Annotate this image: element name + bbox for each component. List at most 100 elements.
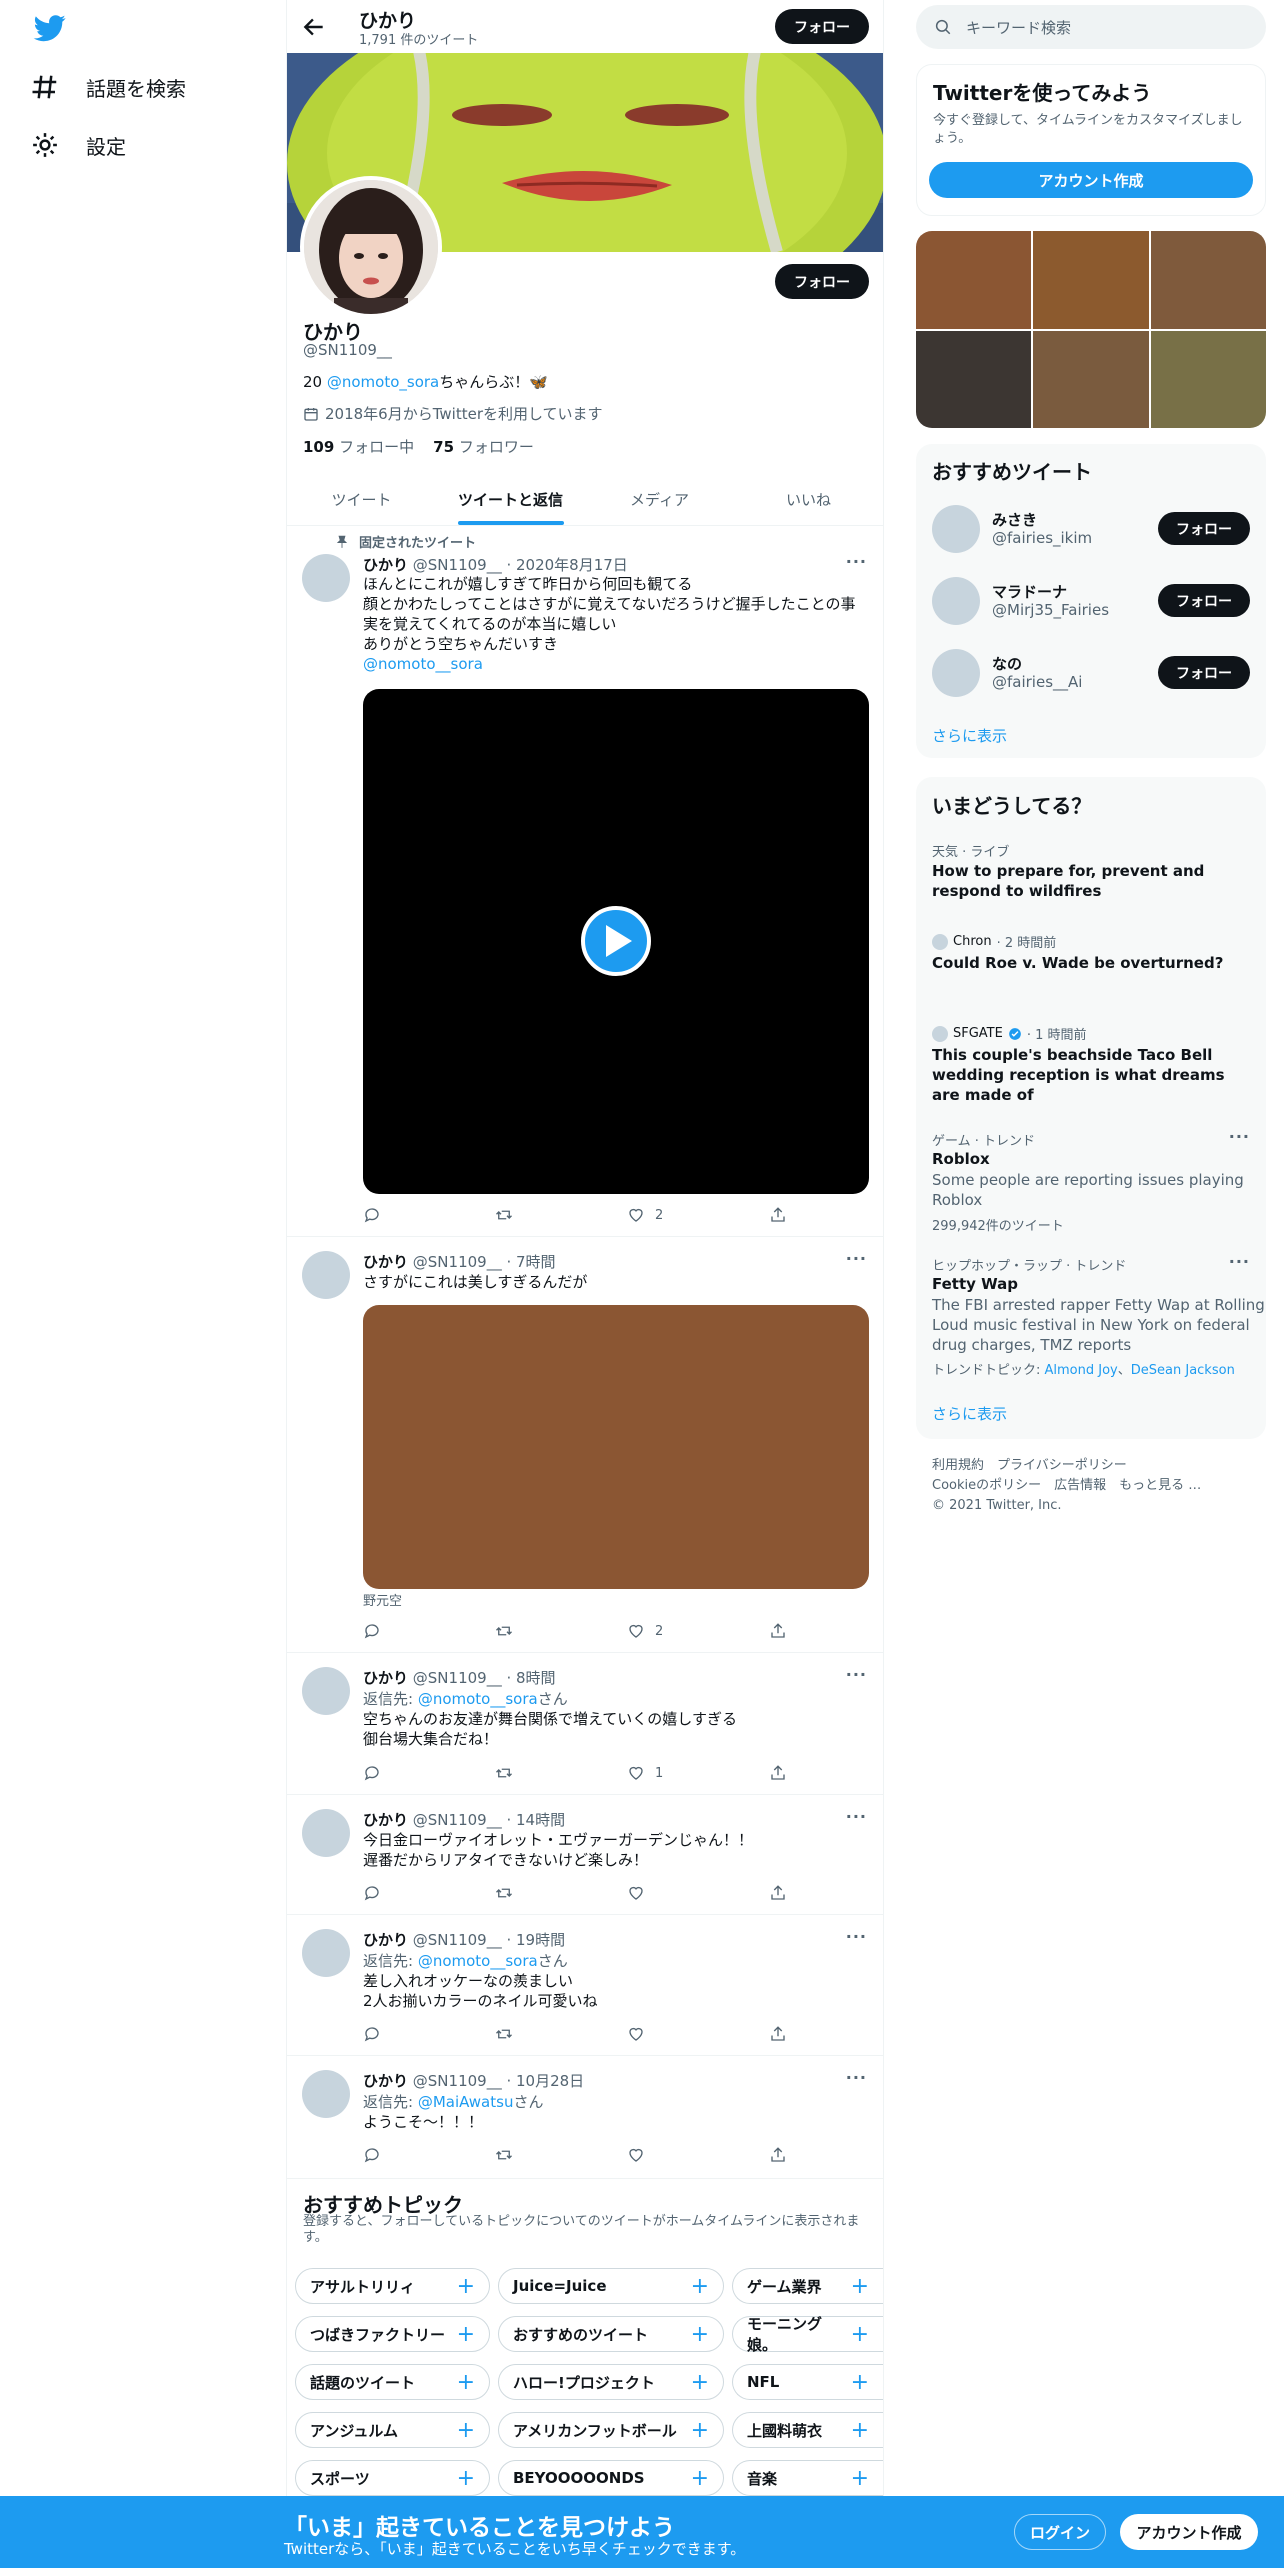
more-options-icon[interactable]: ··· — [846, 1665, 867, 1684]
search-input[interactable]: キーワード検索 — [916, 5, 1266, 49]
share-button[interactable] — [769, 1206, 787, 1224]
tab-media[interactable]: メディア — [585, 473, 734, 525]
like-button[interactable]: 2 — [627, 1206, 663, 1224]
share-button[interactable] — [769, 1622, 787, 1640]
bio-mention-link[interactable]: @nomoto_sora — [327, 373, 439, 391]
like-button[interactable] — [627, 2025, 645, 2043]
topic-chip[interactable]: アメリカンフットボール + — [498, 2412, 724, 2448]
tweet-author-name[interactable]: ひかり — [363, 1669, 408, 1687]
suggestion-avatar[interactable] — [932, 577, 980, 625]
reply-button[interactable] — [363, 1764, 381, 1782]
share-button[interactable] — [769, 2146, 787, 2164]
trend-topic-link[interactable]: Almond Joy — [1045, 1363, 1118, 1378]
tweet-author-name[interactable]: ひかり — [363, 2072, 408, 2090]
media-thumb[interactable] — [1033, 330, 1149, 428]
profile-follow-button[interactable]: フォロー — [775, 264, 869, 299]
trend-title[interactable]: This couple's beachside Taco Bell weddin… — [932, 1045, 1225, 1105]
signup-button[interactable]: アカウント作成 — [929, 162, 1253, 198]
trend-title[interactable]: Roblox — [932, 1149, 990, 1169]
media-thumb[interactable] — [916, 231, 1032, 329]
retweet-button[interactable] — [495, 2146, 513, 2164]
trend-title[interactable]: How to prepare for, prevent and respond … — [932, 861, 1204, 901]
twitter-logo-icon[interactable] — [30, 12, 70, 44]
tweet-video[interactable] — [363, 689, 869, 1194]
tweet-author-name[interactable]: ひかり — [363, 556, 408, 574]
reply-button[interactable] — [363, 1622, 381, 1640]
tweet-image[interactable] — [363, 1305, 869, 1589]
share-button[interactable] — [769, 1764, 787, 1782]
more-options-icon[interactable]: ··· — [846, 1249, 867, 1268]
suggestion-follow-button[interactable]: フォロー — [1158, 512, 1250, 545]
tweet-avatar[interactable] — [302, 1929, 350, 1977]
topic-chip[interactable]: アサルトリリィ + — [295, 2268, 490, 2304]
share-button[interactable] — [769, 2025, 787, 2043]
tweet-item[interactable]: ひかり @SN1109__ · 10月28日 ··· 返信先: @MaiAwat… — [287, 2056, 883, 2179]
media-thumb[interactable] — [1033, 231, 1149, 329]
topic-chip[interactable]: つばきファクトリー + — [295, 2316, 490, 2352]
retweet-button[interactable] — [495, 1884, 513, 1902]
topic-chip[interactable]: アンジュルム + — [295, 2412, 490, 2448]
more-options-icon[interactable]: ··· — [846, 552, 867, 571]
login-button[interactable]: ログイン — [1014, 2514, 1106, 2550]
topic-chip[interactable]: 話題のツイート + — [295, 2364, 490, 2400]
suggestion-avatar[interactable] — [932, 649, 980, 697]
media-grid[interactable] — [916, 231, 1266, 428]
retweet-button[interactable] — [495, 2025, 513, 2043]
share-button[interactable] — [769, 1884, 787, 1902]
reply-to-link[interactable]: @nomoto__sora — [418, 1952, 538, 1970]
like-button[interactable]: 2 — [627, 1622, 663, 1640]
more-options-icon[interactable]: ··· — [846, 2068, 867, 2087]
tweet-avatar[interactable] — [302, 1251, 350, 1299]
like-button[interactable] — [627, 2146, 645, 2164]
reply-to-link[interactable]: @nomoto__sora — [418, 1690, 538, 1708]
tweet-avatar[interactable] — [302, 554, 350, 602]
trends-show-more[interactable]: さらに表示 — [932, 1403, 1007, 1424]
tweet-avatar[interactable] — [302, 1667, 350, 1715]
suggestion-name[interactable]: マラドーナ — [992, 581, 1067, 602]
reply-button[interactable] — [363, 1884, 381, 1902]
retweet-button[interactable] — [495, 1764, 513, 1782]
nav-explore[interactable]: 話題を検索 — [30, 72, 186, 102]
tweet-author-name[interactable]: ひかり — [363, 1811, 408, 1829]
back-arrow-icon[interactable] — [301, 14, 327, 40]
more-options-icon[interactable]: ··· — [1229, 1127, 1250, 1146]
suggestion-avatar[interactable] — [932, 505, 980, 553]
followers-link[interactable]: 75 フォロワー — [433, 438, 534, 456]
trend-topic-link[interactable]: DeSean Jackson — [1131, 1363, 1235, 1378]
topic-chip[interactable]: モーニング娘。 + — [732, 2315, 883, 2354]
suggestion-name[interactable]: なの — [992, 653, 1022, 674]
media-thumb[interactable] — [1150, 231, 1266, 329]
topic-chip[interactable]: 上國料萌衣 + — [732, 2412, 883, 2448]
tweet-item[interactable]: ひかり @SN1109__ · 14時間 ··· 今日金ローヴァイオレット・エヴ… — [287, 1795, 883, 1915]
tweet-item[interactable]: ひかり @SN1109__ · 7時間 ··· さすがにこれは美しすぎるんだが … — [287, 1237, 883, 1653]
profile-avatar[interactable] — [300, 176, 442, 318]
retweet-button[interactable] — [495, 1206, 513, 1224]
reply-button[interactable] — [363, 2025, 381, 2043]
topic-chip[interactable]: Juice=Juice + — [498, 2268, 724, 2304]
topic-chip[interactable]: 音楽 + — [732, 2460, 883, 2496]
retweet-button[interactable] — [495, 1622, 513, 1640]
reply-button[interactable] — [363, 2146, 381, 2164]
header-follow-button[interactable]: フォロー — [775, 9, 869, 44]
tweet-author-name[interactable]: ひかり — [363, 1931, 408, 1949]
tweet-item[interactable]: ひかり @SN1109__ · 19時間 ··· 返信先: @nomoto__s… — [287, 1915, 883, 2056]
tab-tweets[interactable]: ツイート — [287, 473, 436, 525]
more-options-icon[interactable]: ··· — [846, 1807, 867, 1826]
like-button[interactable]: 1 — [627, 1764, 663, 1782]
tweet-avatar[interactable] — [302, 1809, 350, 1857]
more-options-icon[interactable]: ··· — [846, 1927, 867, 1946]
suggestion-follow-button[interactable]: フォロー — [1158, 656, 1250, 689]
trend-title[interactable]: Could Roe v. Wade be overturned? — [932, 953, 1223, 973]
topic-chip[interactable]: ハロー!プロジェクト + — [498, 2364, 724, 2400]
tab-tweets-and-replies[interactable]: ツイートと返信 — [436, 473, 585, 525]
tab-likes[interactable]: いいね — [734, 473, 883, 525]
tweet-item[interactable]: ひかり @SN1109__ · 2020年8月17日 ··· ほんとにこれが嬉し… — [287, 526, 883, 1237]
reply-button[interactable] — [363, 1206, 381, 1224]
suggestion-follow-button[interactable]: フォロー — [1158, 584, 1250, 617]
bottom-signup-button[interactable]: アカウント作成 — [1120, 2514, 1258, 2550]
reply-to-link[interactable]: @MaiAwatsu — [418, 2093, 514, 2111]
tweet-avatar[interactable] — [302, 2070, 350, 2118]
following-link[interactable]: 109 フォロー中 — [303, 438, 414, 456]
topic-chip[interactable]: おすすめのツイート + — [498, 2316, 724, 2352]
topic-chip[interactable]: BEYOOOOONDS + — [498, 2460, 724, 2496]
